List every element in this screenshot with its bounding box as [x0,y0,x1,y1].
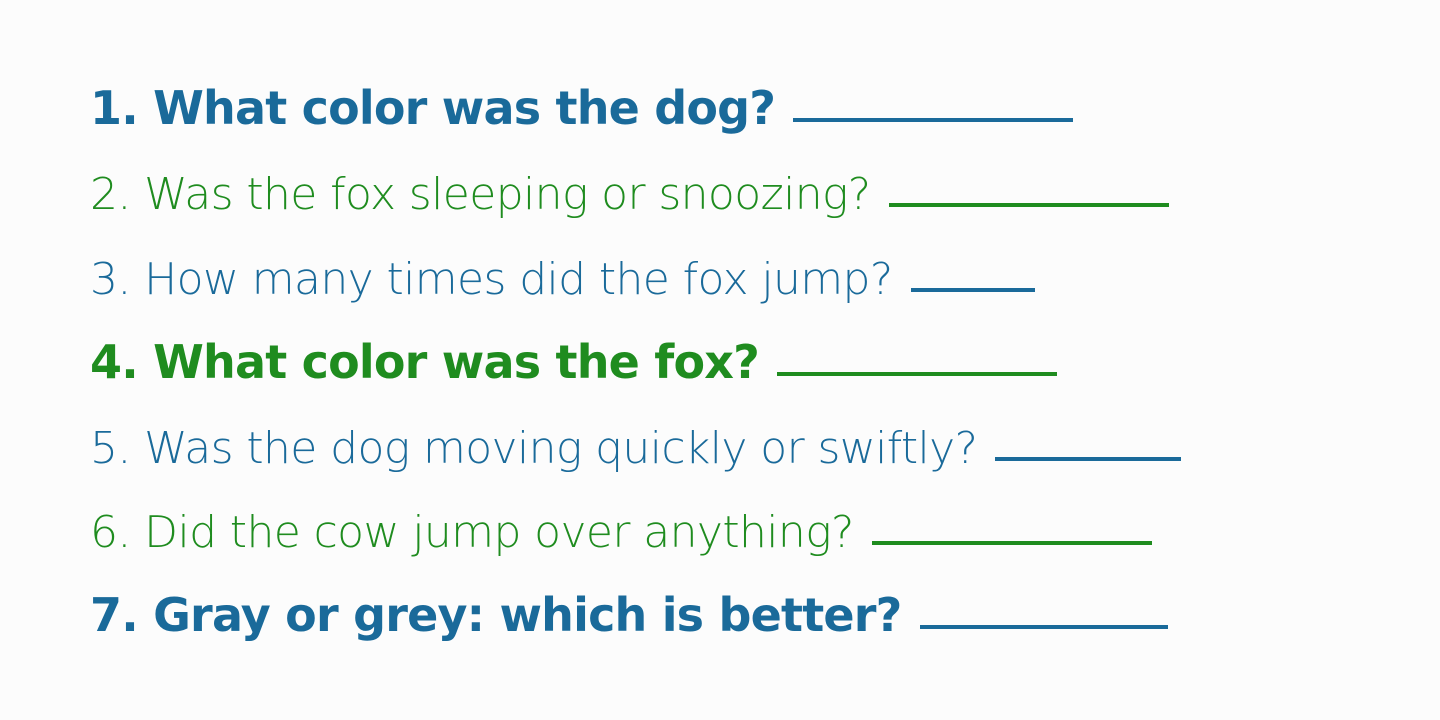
answer-blank-6 [871,541,1152,545]
question-7-text: 7. Gray or grey: which is better? [90,588,902,642]
question-1: 1. What color was the dog? [90,78,1074,138]
question-5: 5. Was the dog moving quickly or swiftly… [90,417,1182,477]
question-2: 2. Was the fox sleeping or snoozing? [90,163,1169,223]
question-4: 4. What color was the fox? [90,332,1058,392]
answer-blank-1 [793,118,1074,122]
question-7: 7. Gray or grey: which is better? [90,585,1168,645]
answer-blank-7 [919,625,1168,629]
answer-blank-2 [888,203,1169,207]
question-3-text: 3. How many times did the fox jump? [90,254,893,305]
answer-blank-4 [777,372,1058,376]
question-1-text: 1. What color was the dog? [90,81,776,135]
question-2-text: 2. Was the fox sleeping or snoozing? [90,169,871,220]
question-3: 3. How many times did the fox jump? [90,248,1035,308]
question-6-text: 6. Did the cow jump over anything? [90,507,854,558]
answer-blank-5 [995,457,1182,461]
question-4-text: 4. What color was the fox? [90,335,760,389]
question-6: 6. Did the cow jump over anything? [90,501,1152,561]
worksheet: 1. What color was the dog? 2. Was the fo… [0,0,1440,720]
question-5-text: 5. Was the dog moving quickly or swiftly… [90,423,978,474]
answer-blank-3 [910,288,1035,292]
